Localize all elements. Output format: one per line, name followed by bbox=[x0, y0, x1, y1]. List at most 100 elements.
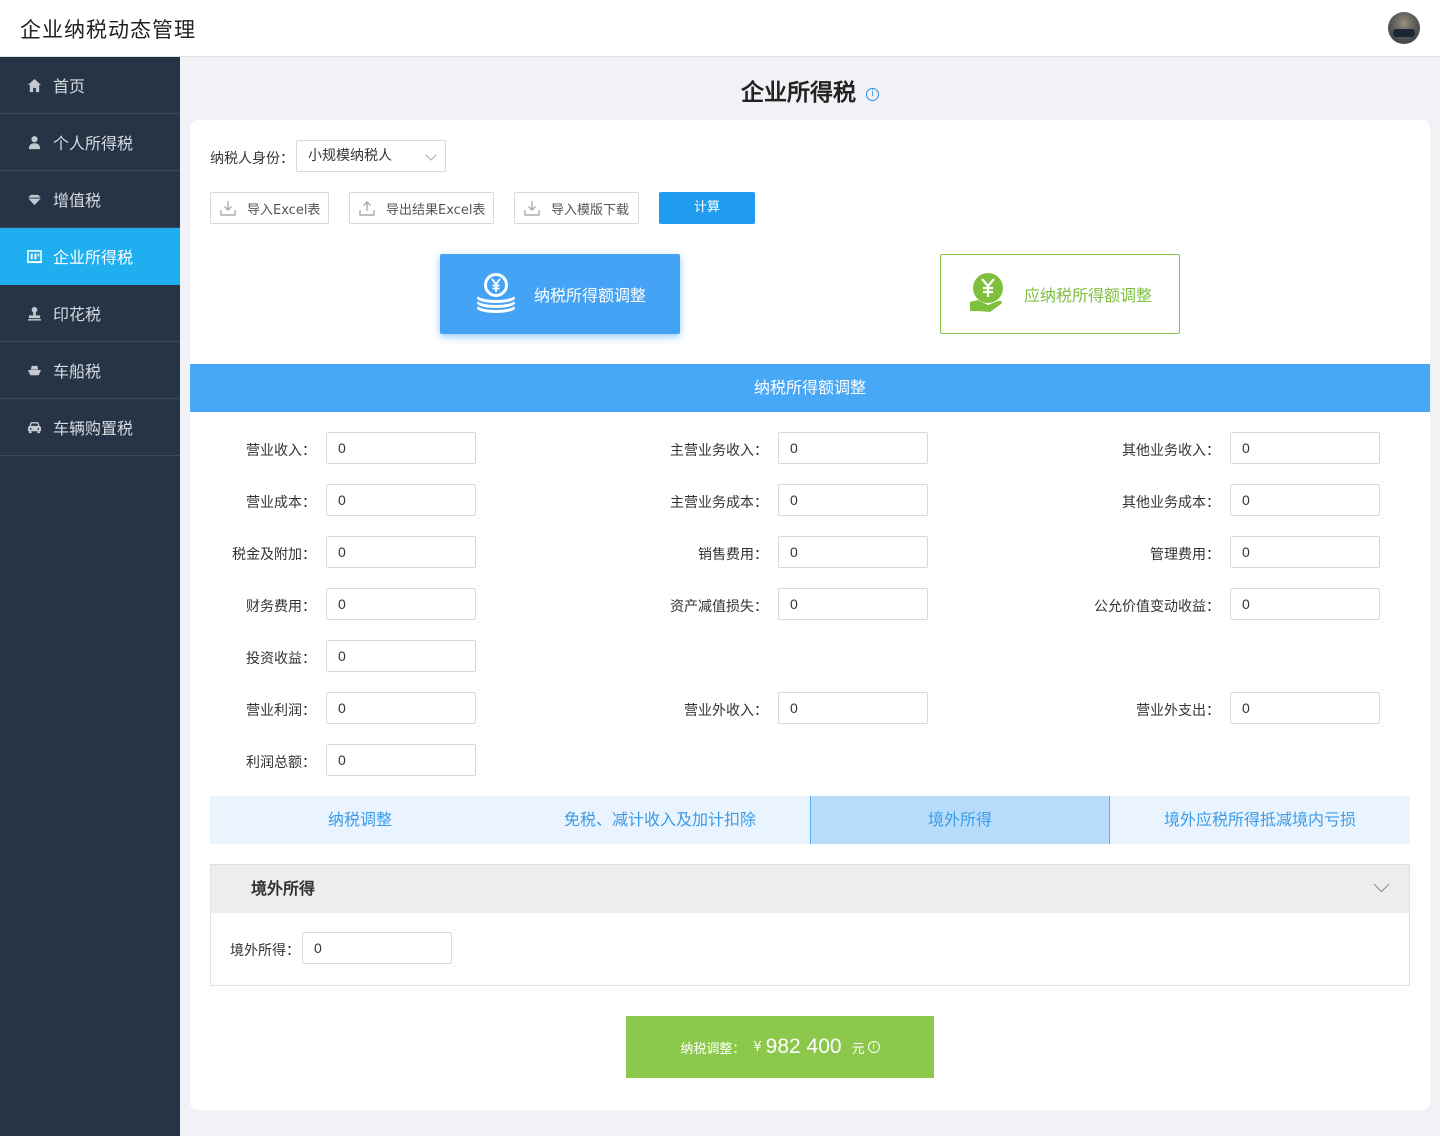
payable-income-adjust-card[interactable]: 应纳税所得额调整 bbox=[940, 254, 1180, 334]
upload-icon bbox=[359, 201, 375, 216]
result-label: 纳税调整： bbox=[680, 1041, 746, 1057]
payable-income-adjust-label: 应纳税所得额调整 bbox=[1023, 286, 1152, 305]
other-revenue-label: 其他业务收入： bbox=[1122, 443, 1220, 459]
selling-expense-input[interactable]: 0 bbox=[778, 536, 928, 568]
sidebar-item-label: 企业所得税 bbox=[53, 248, 134, 267]
sidebar-item-stamp-tax[interactable]: 印花税 bbox=[0, 285, 180, 342]
tab-exempt-income[interactable]: 免税、减计收入及加计扣除 bbox=[510, 796, 810, 844]
investment-income-input[interactable]: 0 bbox=[326, 640, 476, 672]
identity-select[interactable]: 小规模纳税人 bbox=[296, 140, 446, 172]
taxable-income-adjust-label: 纳税所得额调整 bbox=[533, 286, 646, 305]
other-revenue-input[interactable]: 0 bbox=[1230, 432, 1380, 464]
main-card: 纳税人身份： 小规模纳税人 导入Excel表 导出结果Excel表 导入模版下载… bbox=[190, 120, 1430, 1110]
other-cost-input[interactable]: 0 bbox=[1230, 484, 1380, 516]
import-excel-button[interactable]: 导入Excel表 bbox=[210, 192, 329, 224]
chevron-down-icon bbox=[425, 149, 437, 161]
import-excel-label: 导入Excel表 bbox=[247, 202, 321, 218]
info-icon[interactable]: i bbox=[866, 88, 879, 101]
investment-income-label: 投资收益： bbox=[246, 651, 316, 667]
download-template-button[interactable]: 导入模版下载 bbox=[514, 192, 639, 224]
tax-surcharge-input[interactable]: 0 bbox=[326, 536, 476, 568]
non-op-income-input[interactable]: 0 bbox=[778, 692, 928, 724]
info-icon[interactable]: i bbox=[867, 1041, 880, 1053]
revenue-input[interactable]: 0 bbox=[326, 432, 476, 464]
app-title: 企业纳税动态管理 bbox=[20, 18, 196, 42]
section-header: 纳税所得额调整 bbox=[190, 364, 1430, 412]
top-bar: 企业纳税动态管理 bbox=[0, 0, 1440, 57]
ship-icon bbox=[27, 363, 42, 378]
finance-expense-input[interactable]: 0 bbox=[326, 588, 476, 620]
foreign-income-panel: 境外所得 bbox=[210, 864, 1410, 986]
sidebar-item-label: 车船税 bbox=[53, 362, 102, 381]
sidebar-item-home[interactable]: 首页 bbox=[0, 57, 180, 114]
sidebar: 首页 个人所得税 增值税 企业所得税 印花税 车船税 车辆购置税 bbox=[0, 57, 180, 1136]
foreign-income-input[interactable]: 0 bbox=[302, 932, 452, 964]
selling-expense-label: 销售费用： bbox=[698, 547, 768, 563]
download-icon bbox=[524, 201, 540, 216]
result-currency: ¥ bbox=[753, 1039, 762, 1055]
other-cost-label: 其他业务成本： bbox=[1122, 495, 1220, 511]
home-icon bbox=[27, 78, 42, 93]
person-icon bbox=[27, 135, 42, 150]
page-title: 企业所得税 i bbox=[180, 73, 1440, 107]
tab-foreign-offset-loss[interactable]: 境外应税所得抵减境内亏损 bbox=[1110, 796, 1410, 844]
cost-label: 营业成本： bbox=[246, 495, 316, 511]
sidebar-item-personal-income-tax[interactable]: 个人所得税 bbox=[0, 114, 180, 171]
avatar[interactable] bbox=[1388, 12, 1420, 44]
main-revenue-label: 主营业务收入： bbox=[670, 443, 768, 459]
tab-tax-adjustment[interactable]: 纳税调整 bbox=[210, 796, 510, 844]
admin-expense-input[interactable]: 0 bbox=[1230, 536, 1380, 568]
result-unit: 元 bbox=[851, 1041, 865, 1057]
total-profit-label: 利润总额： bbox=[246, 755, 316, 771]
export-excel-label: 导出结果Excel表 bbox=[386, 202, 486, 218]
operating-profit-input[interactable]: 0 bbox=[326, 692, 476, 724]
diamond-icon bbox=[27, 192, 42, 207]
main-cost-label: 主营业务成本： bbox=[670, 495, 768, 511]
money-hand-icon bbox=[969, 273, 1003, 312]
foreign-income-panel-title: 境外所得 bbox=[251, 879, 316, 898]
result-value: 982 400 bbox=[765, 1035, 842, 1058]
sidebar-item-label: 印花税 bbox=[53, 305, 102, 324]
total-profit-input[interactable]: 0 bbox=[326, 744, 476, 776]
finance-expense-label: 财务费用： bbox=[246, 599, 316, 615]
adjustment-tabs: 纳税调整 免税、减计收入及加计扣除 境外所得 境外应税所得抵减境内亏损 bbox=[210, 796, 1410, 844]
tax-surcharge-label: 税金及附加： bbox=[232, 547, 316, 563]
non-op-income-label: 营业外收入： bbox=[684, 703, 768, 719]
identity-select-value: 小规模纳税人 bbox=[308, 148, 392, 164]
sidebar-item-label: 车辆购置税 bbox=[53, 419, 134, 438]
operating-profit-label: 营业利润： bbox=[246, 703, 316, 719]
car-icon bbox=[27, 420, 42, 435]
sidebar-item-label: 个人所得税 bbox=[53, 134, 134, 153]
non-op-expense-input[interactable]: 0 bbox=[1230, 692, 1380, 724]
foreign-income-label: 境外所得： bbox=[230, 943, 300, 959]
sidebar-item-label: 增值税 bbox=[53, 191, 102, 210]
main-revenue-input[interactable]: 0 bbox=[778, 432, 928, 464]
coin-stack-icon bbox=[476, 273, 515, 313]
fair-value-gain-input[interactable]: 0 bbox=[1230, 588, 1380, 620]
impairment-loss-label: 资产减值损失： bbox=[670, 599, 768, 615]
calculate-button[interactable]: 计算 bbox=[659, 192, 755, 224]
chevron-down-icon[interactable] bbox=[1373, 876, 1390, 893]
sidebar-item-vat[interactable]: 增值税 bbox=[0, 171, 180, 228]
foreign-income-panel-header[interactable]: 境外所得 bbox=[211, 865, 1409, 913]
admin-expense-label: 管理费用： bbox=[1150, 547, 1220, 563]
result-bar: 纳税调整： ¥ 982 400 元 i bbox=[626, 1016, 934, 1078]
download-icon bbox=[220, 201, 236, 216]
sidebar-item-label: 首页 bbox=[53, 77, 86, 96]
main-cost-input[interactable]: 0 bbox=[778, 484, 928, 516]
tab-foreign-income[interactable]: 境外所得 bbox=[810, 796, 1110, 844]
impairment-loss-input[interactable]: 0 bbox=[778, 588, 928, 620]
download-template-label: 导入模版下载 bbox=[551, 202, 630, 218]
cost-input[interactable]: 0 bbox=[326, 484, 476, 516]
export-excel-button[interactable]: 导出结果Excel表 bbox=[349, 192, 494, 224]
stamp-icon bbox=[27, 306, 42, 321]
identity-label: 纳税人身份： bbox=[210, 151, 294, 167]
fair-value-gain-label: 公允价值变动收益： bbox=[1094, 599, 1220, 615]
sidebar-item-vessel-tax[interactable]: 车船税 bbox=[0, 342, 180, 399]
page-title-text: 企业所得税 bbox=[741, 80, 856, 106]
non-op-expense-label: 营业外支出： bbox=[1136, 703, 1220, 719]
sidebar-item-corporate-income-tax[interactable]: 企业所得税 bbox=[0, 228, 180, 285]
taxable-income-adjust-card[interactable]: 纳税所得额调整 bbox=[440, 254, 680, 334]
sidebar-item-vehicle-purchase-tax[interactable]: 车辆购置税 bbox=[0, 399, 180, 456]
main-content: 企业所得税 i 纳税人身份： 小规模纳税人 导入Excel表 导出结果Excel表… bbox=[180, 57, 1440, 1136]
